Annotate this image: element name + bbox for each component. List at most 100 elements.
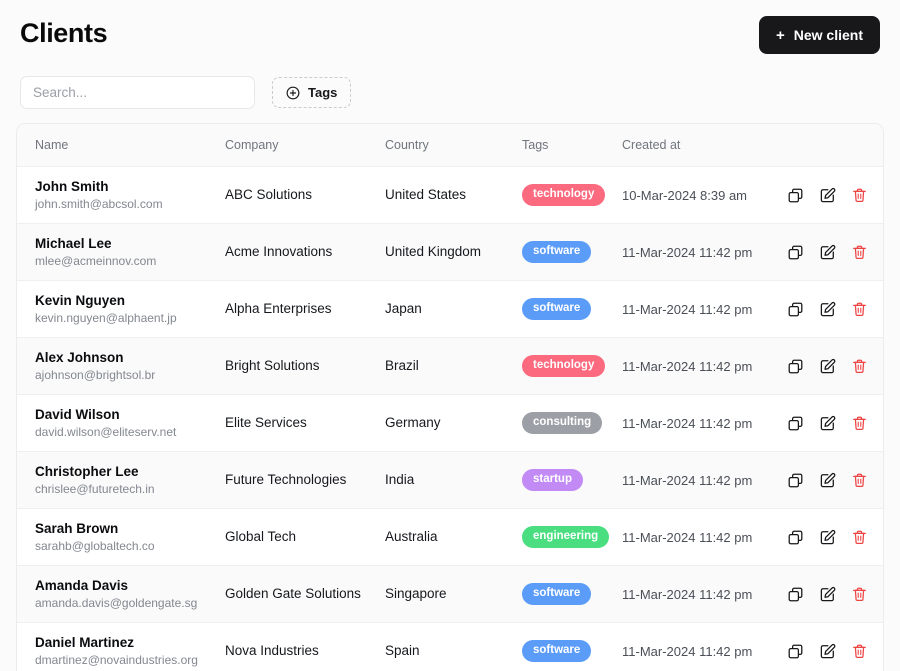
cell-country: Brazil	[385, 358, 419, 373]
edit-icon[interactable]	[819, 529, 836, 546]
cell-tags: technology	[522, 338, 622, 395]
cell-tags: software	[522, 281, 622, 338]
client-name: John Smith	[35, 179, 109, 194]
tag-badge[interactable]: technology	[522, 184, 606, 206]
tag-badge[interactable]: software	[522, 241, 592, 263]
table-row[interactable]: Alex Johnson ajohnson@brightsol.br Bright …	[17, 337, 883, 395]
edit-icon[interactable]	[819, 187, 836, 204]
table-row[interactable]: Christopher Lee chrislee@futuretech.in Fut…	[17, 451, 883, 509]
delete-icon[interactable]	[851, 586, 868, 603]
plus-circle-icon	[286, 86, 300, 100]
cell-country: Singapore	[385, 586, 447, 601]
duplicate-icon[interactable]	[787, 187, 804, 204]
duplicate-icon[interactable]	[787, 529, 804, 546]
tag-badge[interactable]: software	[522, 583, 592, 605]
cell-name: David Wilson david.wilson@eliteserv.net	[17, 395, 225, 452]
row-actions	[787, 529, 869, 546]
edit-icon[interactable]	[819, 415, 836, 432]
row-actions	[787, 472, 869, 489]
client-email: chrislee@futuretech.in	[35, 482, 155, 496]
cell-tags: technology	[522, 167, 622, 224]
cell-name: Christopher Lee chrislee@futuretech.in	[17, 452, 225, 509]
client-email: sarahb@globaltech.co	[35, 539, 155, 553]
tag-badge[interactable]: software	[522, 640, 592, 662]
duplicate-icon[interactable]	[787, 415, 804, 432]
cell-created-at: 11-Mar-2024 11:42 pm	[622, 529, 753, 545]
cell-actions	[787, 395, 883, 452]
table-head: Name Company Country Tags Created at	[17, 124, 883, 167]
tag-badge[interactable]: technology	[522, 355, 606, 377]
search-input[interactable]	[20, 76, 255, 109]
cell-name: Sarah Brown sarahb@globaltech.co	[17, 509, 225, 566]
tag-badge[interactable]: engineering	[522, 526, 610, 548]
cell-tags: software	[522, 623, 622, 671]
edit-icon[interactable]	[819, 358, 836, 375]
cell-country: Germany	[385, 415, 441, 430]
clients-table-card: Name Company Country Tags Created at Joh…	[16, 123, 884, 671]
row-actions	[787, 586, 869, 603]
cell-country: United Kingdom	[385, 244, 482, 259]
delete-icon[interactable]	[851, 358, 868, 375]
edit-icon[interactable]	[819, 244, 836, 261]
delete-icon[interactable]	[851, 643, 868, 660]
delete-icon[interactable]	[851, 244, 868, 261]
tag-badge[interactable]: startup	[522, 469, 583, 491]
duplicate-icon[interactable]	[787, 643, 804, 660]
cell-actions	[787, 338, 883, 395]
table-row[interactable]: Kevin Nguyen kevin.nguyen@alphaent.jp Alph…	[17, 280, 883, 338]
cell-company: Alpha Enterprises	[225, 301, 332, 316]
cell-name: Michael Lee mlee@acmeinnov.com	[17, 224, 225, 281]
tag-badge[interactable]: consulting	[522, 412, 603, 434]
delete-icon[interactable]	[851, 415, 868, 432]
table-row[interactable]: David Wilson david.wilson@eliteserv.net El…	[17, 394, 883, 452]
cell-created-at: 11-Mar-2024 11:42 pm	[622, 472, 753, 488]
edit-icon[interactable]	[819, 586, 836, 603]
cell-created-at: 10-Mar-2024 8:39 am	[622, 187, 748, 203]
duplicate-icon[interactable]	[787, 586, 804, 603]
cell-actions	[787, 566, 883, 623]
column-header-tags[interactable]: Tags	[522, 124, 622, 167]
edit-icon[interactable]	[819, 472, 836, 489]
duplicate-icon[interactable]	[787, 244, 804, 261]
cell-created-at: 11-Mar-2024 11:42 pm	[622, 415, 753, 431]
delete-icon[interactable]	[851, 472, 868, 489]
table-row[interactable]: Michael Lee mlee@acmeinnov.com Acme Innova…	[17, 223, 883, 281]
table-row[interactable]: Sarah Brown sarahb@globaltech.co Global Te…	[17, 508, 883, 566]
duplicate-icon[interactable]	[787, 472, 804, 489]
cell-company: Bright Solutions	[225, 358, 320, 373]
cell-created-at: 11-Mar-2024 11:42 pm	[622, 358, 753, 374]
cell-created-at: 11-Mar-2024 11:42 pm	[622, 586, 753, 602]
column-header-created-at[interactable]: Created at	[622, 124, 787, 167]
client-email: ajohnson@brightsol.br	[35, 368, 156, 382]
row-actions	[787, 358, 869, 375]
tag-badge[interactable]: software	[522, 298, 592, 320]
column-header-company[interactable]: Company	[225, 124, 385, 167]
row-actions	[787, 643, 869, 660]
client-name: Daniel Martinez	[35, 635, 135, 650]
column-header-country[interactable]: Country	[385, 124, 522, 167]
cell-tags: consulting	[522, 395, 622, 452]
delete-icon[interactable]	[851, 529, 868, 546]
table-row[interactable]: Amanda Davis amanda.davis@goldengate.sg Go…	[17, 565, 883, 623]
cell-country: Japan	[385, 301, 422, 316]
tags-filter-button[interactable]: Tags	[272, 77, 352, 108]
client-email: amanda.davis@goldengate.sg	[35, 596, 198, 610]
edit-icon[interactable]	[819, 643, 836, 660]
cell-tags: software	[522, 566, 622, 623]
delete-icon[interactable]	[851, 187, 868, 204]
cell-actions	[787, 281, 883, 338]
duplicate-icon[interactable]	[787, 301, 804, 318]
cell-company: Acme Innovations	[225, 244, 333, 259]
cell-name: Amanda Davis amanda.davis@goldengate.sg	[17, 566, 225, 623]
duplicate-icon[interactable]	[787, 358, 804, 375]
table-header-row: Name Company Country Tags Created at	[17, 124, 883, 167]
new-client-button[interactable]: + New client	[758, 16, 880, 54]
delete-icon[interactable]	[851, 301, 868, 318]
row-actions	[787, 187, 869, 204]
cell-company: ABC Solutions	[225, 187, 313, 202]
edit-icon[interactable]	[819, 301, 836, 318]
table-row[interactable]: John Smith john.smith@abcsol.com ABC Solut…	[17, 166, 883, 224]
table-row[interactable]: Daniel Martinez dmartinez@novaindustries.…	[17, 622, 883, 671]
cell-company: Future Technologies	[225, 472, 347, 487]
column-header-name[interactable]: Name	[17, 124, 225, 167]
